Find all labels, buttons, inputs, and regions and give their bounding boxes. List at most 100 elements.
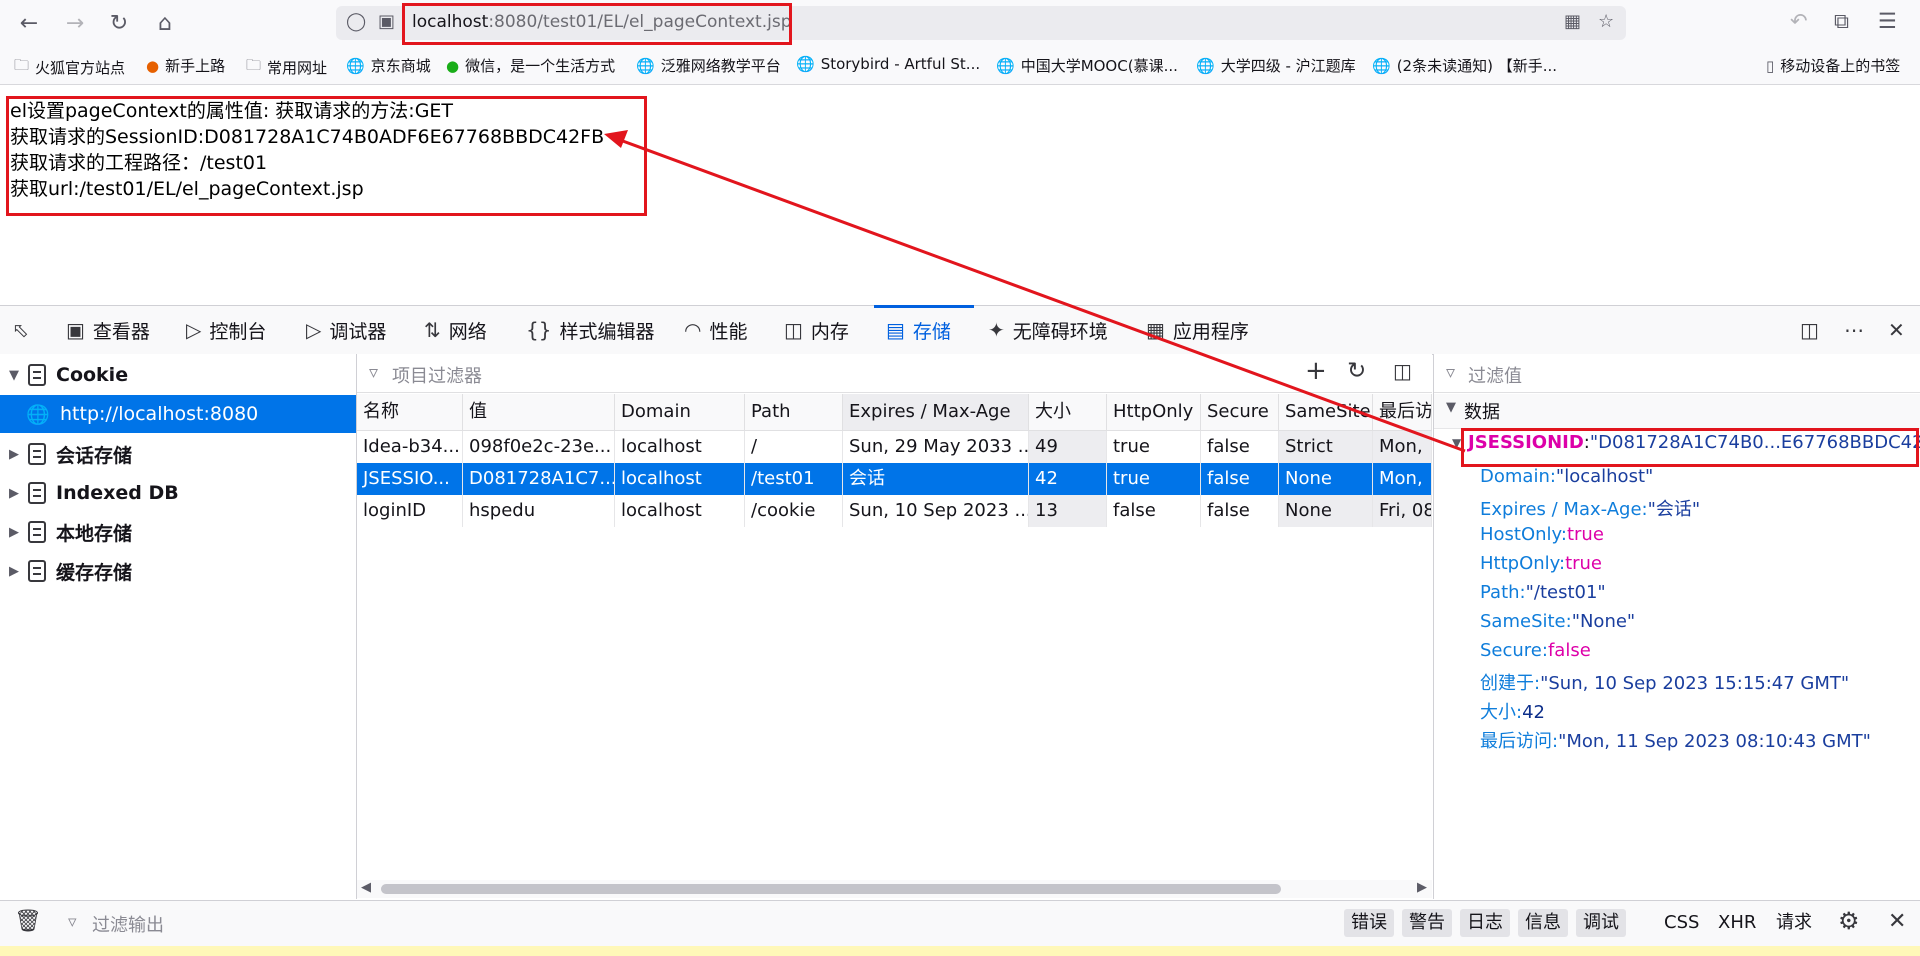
value-filter[interactable]: ▿ 过滤值 [1434, 354, 1920, 393]
expanded-triangle-icon[interactable]: ▼ [1446, 400, 1456, 415]
detail-highlight-box [1461, 428, 1919, 467]
tab-application[interactable]: ▦ 应用程序 [1146, 306, 1249, 354]
bookmark-item[interactable]: 🌐 泛雅网络教学平台 [636, 55, 781, 76]
reload-icon[interactable]: ↻ [104, 8, 134, 38]
menu-icon[interactable]: ☰ [1878, 9, 1897, 33]
filter-debug-button[interactable]: 调试 [1576, 909, 1626, 937]
star-icon[interactable]: ☆ [1598, 11, 1614, 32]
tree-local-storage[interactable]: ▶ 本地存储 [0, 513, 356, 551]
bookmark-item[interactable]: 🌐 中国大学MOOC(慕课... [996, 55, 1178, 76]
collapsed-triangle-icon[interactable]: ▶ [0, 486, 28, 501]
item-filter[interactable]: ▿ 项目过滤器 + ↻ ◫ [357, 354, 1432, 393]
scroll-left-icon[interactable]: ◀ [361, 880, 371, 895]
filter-errors-button[interactable]: 错误 [1344, 909, 1394, 937]
qr-code-icon[interactable]: ▦ [1564, 11, 1581, 32]
table-row[interactable]: Idea-b34... 098f0e2c-23e... localhost / … [357, 431, 1432, 463]
tab-debugger[interactable]: ▷ 调试器 [306, 306, 386, 354]
close-icon[interactable]: ✕ [1888, 909, 1906, 934]
collapsed-triangle-icon[interactable]: ▶ [0, 447, 28, 462]
bookmark-item[interactable]: 🌐 (2条未读通知) 【新手... [1372, 55, 1557, 76]
table-cell: false [1201, 495, 1279, 527]
filter-info-button[interactable]: 信息 [1518, 909, 1568, 937]
mobile-bookmarks[interactable]: ▯ 移动设备上的书签 [1766, 55, 1900, 76]
tab-accessibility[interactable]: ✦ 无障碍环境 [988, 306, 1108, 354]
tab-console[interactable]: ▷ 控制台 [186, 306, 266, 354]
bookmark-item[interactable]: 🌐 大学四级 - 沪江题库 [1196, 55, 1356, 76]
filter-css-button[interactable]: CSS [1664, 909, 1699, 937]
detail-key: Expires / Max-Age: [1480, 499, 1648, 520]
forward-arrow-icon[interactable]: → [60, 8, 90, 38]
tree-cache-storage[interactable]: ▶ 缓存存储 [0, 552, 356, 590]
table-row-selected[interactable]: JSESSIO... D081728A1C7... localhost /tes… [357, 463, 1432, 495]
undo-icon[interactable]: ↶ [1790, 9, 1808, 33]
filter-xhr-button[interactable]: XHR [1718, 909, 1756, 937]
add-item-icon[interactable]: + [1305, 356, 1327, 386]
column-header[interactable]: Path [745, 394, 843, 430]
tab-performance[interactable]: ◠ 性能 [684, 306, 747, 354]
tab-storage[interactable]: ▤ 存储 [886, 306, 951, 354]
extensions-icon[interactable]: ⧉ [1834, 9, 1849, 34]
home-icon[interactable]: ⌂ [150, 8, 180, 38]
more-options-icon[interactable]: ⋯ [1844, 306, 1864, 354]
browser-toolbar: ← → ↻ ⌂ ◯ ▣ localhost:8080/test01/EL/el_… [0, 0, 1920, 46]
tab-inspector[interactable]: ▣ 查看器 [66, 306, 150, 354]
bookmark-label: 移动设备上的书签 [1780, 57, 1901, 75]
bookmark-item[interactable]: 🌐 Storybird - Artful St... [796, 55, 980, 73]
column-header[interactable]: 大小 [1029, 394, 1107, 430]
expanded-triangle-icon[interactable]: ▼ [1452, 436, 1461, 450]
gear-icon[interactable]: ⚙ [1838, 907, 1860, 935]
column-header[interactable]: SameSite [1279, 394, 1373, 430]
trash-icon[interactable]: 🗑 [14, 909, 42, 934]
scroll-right-icon[interactable]: ▶ [1417, 880, 1427, 895]
filter-logs-button[interactable]: 日志 [1460, 909, 1510, 937]
element-picker-icon[interactable]: ⬁ [12, 306, 29, 354]
table-cell: true [1107, 431, 1201, 463]
globe-icon: 🌐 [796, 55, 815, 73]
column-header[interactable]: Secure [1201, 394, 1279, 430]
column-header[interactable]: 名称 [357, 394, 463, 430]
scrollbar-thumb[interactable] [381, 884, 1281, 894]
tab-network[interactable]: ⇅ 网络 [424, 306, 487, 354]
table-row[interactable]: loginID hspedu localhost /cookie Sun, 10… [357, 495, 1432, 527]
column-header[interactable]: Expires / Max-Age [843, 394, 1029, 430]
column-header[interactable]: HttpOnly [1107, 394, 1201, 430]
tab-label: 存储 [912, 320, 951, 343]
back-arrow-icon[interactable]: ← [14, 8, 44, 38]
column-header[interactable]: 最后访 [1373, 394, 1432, 430]
toggle-sidebar-icon[interactable]: ◫ [1393, 359, 1412, 383]
tree-host[interactable]: 🌐 http://localhost:8080 [0, 395, 356, 433]
firefox-icon: ● [146, 56, 160, 75]
horizontal-scrollbar[interactable]: ◀ ▶ [357, 880, 1432, 898]
collapsed-triangle-icon[interactable]: ▶ [0, 564, 28, 579]
tab-style-editor[interactable]: {} 样式编辑器 [526, 306, 654, 354]
bookmark-item[interactable]: ● 新手上路 [146, 55, 225, 76]
table-cell: localhost [615, 431, 745, 463]
detail-row: Secure:false [1480, 640, 1591, 661]
dock-icon[interactable]: ◫ [1800, 306, 1819, 354]
bookmark-label: 微信，是一个生活方式 [465, 57, 616, 75]
content-highlight-box [6, 96, 647, 216]
detail-row: 大小:42 [1480, 698, 1545, 724]
expanded-triangle-icon[interactable]: ▼ [0, 368, 28, 383]
notice-bar [0, 946, 1920, 956]
bookmark-item[interactable]: ● 微信，是一个生活方式 [446, 55, 615, 76]
bookmark-item[interactable]: 🌐 京东商城 [346, 55, 431, 76]
filter-requests-button[interactable]: 请求 [1776, 909, 1812, 937]
collapsed-triangle-icon[interactable]: ▶ [0, 525, 28, 540]
table-cell: JSESSIO... [357, 463, 463, 495]
close-devtools-icon[interactable]: ✕ [1888, 306, 1905, 354]
tree-session-storage[interactable]: ▶ 会话存储 [0, 435, 356, 473]
tree-indexed-db[interactable]: ▶ Indexed DB [0, 474, 356, 512]
detail-key: 创建于: [1480, 673, 1541, 694]
shield-icon[interactable]: ◯ [346, 11, 366, 32]
column-header[interactable]: Domain [615, 394, 745, 430]
refresh-icon[interactable]: ↻ [1347, 358, 1366, 384]
console-filter-input[interactable]: 过滤输出 [92, 911, 164, 937]
data-group-header[interactable]: ▼ 数据 [1434, 394, 1920, 429]
tab-memory[interactable]: ◫ 内存 [784, 306, 849, 354]
bookmark-item[interactable]: 🗀 火狐官方站点 [14, 55, 125, 80]
bookmark-item[interactable]: 🗀 常用网址 [246, 55, 327, 80]
column-header[interactable]: 值 [463, 394, 615, 430]
tree-cookie[interactable]: ▼ Cookie [0, 356, 356, 394]
filter-warnings-button[interactable]: 警告 [1402, 909, 1452, 937]
